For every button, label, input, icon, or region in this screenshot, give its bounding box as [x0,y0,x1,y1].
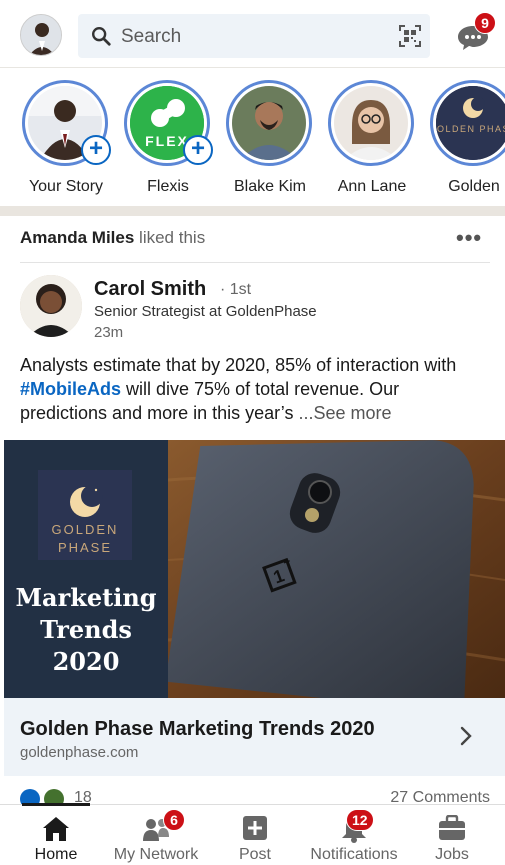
author-headline: Senior Strategist at GoldenPhase [94,303,317,320]
story-label: Blake Kim [233,178,307,195]
nav-label: Jobs [435,846,469,863]
image-left-panel: GOLDEN PHASE Marketing Trends 2020 [4,440,168,698]
nav-home[interactable]: Home [22,803,90,865]
comments-count[interactable]: 27 Comments [390,789,490,804]
activity-text: liked this [139,228,206,247]
messaging-button[interactable]: 9 [456,12,496,52]
stories-row: + Your Story FLEX + Flexis Blake Kim Ann… [0,68,505,206]
moon-icon [70,485,103,517]
network-badge: 6 [163,809,185,831]
top-bar: Search 9 [0,0,505,68]
golden-phase-logo: GOLDEN PHASE [436,86,505,160]
activity-actor[interactable]: Amanda Miles [20,228,134,247]
celebrate-reaction-icon [44,789,64,804]
briefcase-icon [439,815,465,840]
trend-line: Trends [40,615,132,644]
golden-phase-logo-text: GOLDEN PHASE [436,124,505,134]
bottom-navigation: Home 6 My Network Post 12 Notifications [0,803,505,865]
logo-text: PHASE [57,540,113,555]
see-more-link[interactable]: ...See more [298,403,391,423]
phone-photo: 1 + [168,440,505,698]
article-link-card[interactable]: Golden Phase Marketing Trends 2020 golde… [4,698,505,776]
social-counts[interactable]: 18 27 Comments [0,786,505,804]
follow-plus-icon[interactable]: + [183,135,213,165]
chevron-right-icon [460,726,472,746]
marketing-trends-title: Marketing Trends 2020 [4,582,168,678]
story-golden-phase[interactable]: GOLDEN PHASE Golden [430,80,505,196]
profile-avatar-image [21,15,61,55]
nav-notifications[interactable]: 12 Notifications [300,805,408,865]
story-label: Flexis [147,178,189,195]
messages-badge: 9 [474,12,496,34]
trend-line: 2020 [52,647,120,676]
nav-label: My Network [113,846,199,863]
more-options-icon[interactable]: ••• [456,227,482,249]
article-title: Golden Phase Marketing Trends 2020 [20,718,375,740]
author-avatar[interactable] [20,275,82,337]
story-label: Golden [448,178,500,195]
active-indicator [22,803,90,806]
post-body: Analysts estimate that by 2020, 85% of i… [20,353,490,425]
story-flexis[interactable]: FLEX + Flexis [124,80,213,196]
nav-my-network[interactable]: 6 My Network [104,805,208,865]
story-avatar [334,86,408,160]
nav-jobs[interactable]: Jobs [424,805,480,865]
nav-label: Post [238,846,271,863]
trend-line: Marketing [15,583,157,612]
post-timestamp: 23m [94,324,124,341]
divider [20,262,490,263]
nav-label: Home [34,846,78,863]
story-label: Ann Lane [337,178,407,195]
search-icon [92,27,111,46]
post-image[interactable]: GOLDEN PHASE Marketing Trends 2020 1 + [4,440,505,698]
profile-avatar[interactable] [20,14,62,56]
reactions-count[interactable]: 18 [74,789,92,804]
search-input[interactable]: Search [121,26,181,48]
nav-label: Notifications [310,846,398,863]
post-icon [243,816,267,840]
story-ann-lane[interactable]: Ann Lane [328,80,416,196]
post-activity-header: Amanda Miles liked this [20,228,205,248]
story-your-story[interactable]: + Your Story [22,80,111,196]
connection-degree: · 1st [220,281,252,298]
notifications-badge: 12 [346,809,374,831]
article-domain: goldenphase.com [20,744,139,761]
nav-post[interactable]: Post [224,805,286,865]
like-reaction-icon [20,789,40,804]
story-blake-kim[interactable]: Blake Kim [226,80,314,196]
post-text-part: Analysts estimate that by 2020, 85% of i… [20,355,457,375]
story-avatar [232,86,306,160]
golden-phase-logo: GOLDEN PHASE [38,470,132,560]
search-bar[interactable]: Search [78,14,430,58]
author-name[interactable]: Carol Smith [94,278,206,301]
story-label: Your Story [28,178,104,195]
hashtag-link[interactable]: #MobileAds [20,379,121,399]
qr-code-icon[interactable] [398,24,422,48]
add-story-icon[interactable]: + [81,135,111,165]
home-icon [43,817,69,841]
logo-text: GOLDEN [51,522,119,537]
section-divider [0,206,505,216]
